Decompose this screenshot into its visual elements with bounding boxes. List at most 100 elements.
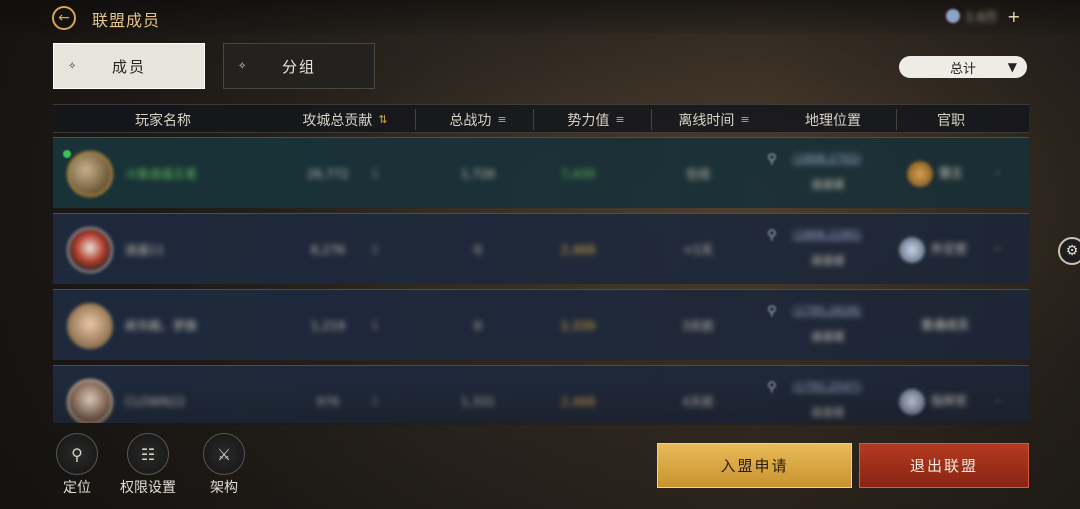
map-pin-icon[interactable]: ⚲ [56,433,98,475]
avatar[interactable] [67,227,113,273]
header-power[interactable]: 势力值 ≡ [541,105,651,134]
tab-members[interactable]: ✧ 成员 [53,43,205,89]
chevron-down-icon[interactable]: ⌄ [993,240,1002,253]
gear-icon[interactable]: ⚙ [1058,237,1080,265]
power-value: 7,430 [560,166,596,181]
permission-icon[interactable]: ☷ [127,433,169,475]
chevron-down-icon[interactable]: ⌄ [993,164,1002,177]
online-indicator [63,150,71,158]
arrow-left-icon[interactable]: ← [52,6,76,30]
permission-tool[interactable]: ☷ 权限设置 [120,433,176,497]
location-coord[interactable]: (1795,2628) [793,304,861,317]
member-title: 普通成员 [921,318,970,332]
offline-time: 4天前 [682,395,714,409]
tab-groups[interactable]: ✧ 分组 [223,43,375,89]
location-region: 逍遥城 [811,254,844,267]
offline-time: 在线 [685,167,710,181]
merit-value: 1,331 [460,394,496,409]
table-row[interactable]: CLOWN22 976 1 1,331 2,468 4天前 ⚲ (1792,25… [53,365,1029,423]
location-coord[interactable]: (1792,2547) [793,380,861,393]
page-title: 联盟成员 [92,11,161,30]
header-divider [415,109,416,130]
diamond-icon: ✧ [238,61,249,72]
rank-badge-icon [907,161,933,187]
power-value: 2,468 [560,242,596,257]
header-location: 地理位置 [805,112,861,129]
total-filter-select[interactable]: 总计 ▼ [899,56,1027,78]
header-player-name: 玩家名称 [135,112,191,129]
locate-tool[interactable]: ⚲ 定位 [56,433,98,497]
currency-value: 1.6万 [966,9,998,24]
offline-time: <1天 [683,243,713,257]
header-divider [533,109,534,130]
diamond-icon: ✧ [68,61,79,72]
player-name: 斗鱼逍遥王者 [125,167,198,181]
header-title: 官职 [937,112,965,129]
header-merit[interactable]: 总战功 ≡ [423,105,533,134]
table-row[interactable]: 逍遥11 6,276 1 0 2,468 <1天 ⚲ (1806,2285) 逍… [53,213,1029,284]
location-region: 逍遥城 [811,406,844,419]
structure-icon[interactable]: ⚔ [203,433,245,475]
tab-groups-label: 分组 [281,57,316,76]
contribution-value: 26,772 [307,166,349,181]
map-pin-icon: ⚲ [767,152,777,167]
permission-label: 权限设置 [120,480,176,496]
table-row[interactable]: 疯华殿、梦霖 1,219 1 0 2,339 3天前 ⚲ (1795,2628)… [53,289,1029,360]
sort-icon[interactable]: ≡ [740,113,749,126]
offline-time: 3天前 [682,319,714,333]
map-pin-icon: ⚲ [767,228,777,243]
contribution-mark: 1 [371,243,379,256]
header-contribution[interactable]: 攻城总贡献 ⇅ [285,105,405,134]
contribution-mark: 1 [371,167,379,180]
table-header: 玩家名称 攻城总贡献 ⇅ 总战功 ≡ 势力值 ≡ 离线时间 ≡ 地理位置 官职 [53,104,1029,133]
map-pin-icon: ⚲ [767,380,777,395]
avatar[interactable] [67,379,113,423]
merit-value: 0 [474,318,482,333]
sort-icon[interactable]: ≡ [615,113,624,126]
player-name: CLOWN22 [125,394,186,409]
sort-icon[interactable]: ≡ [497,113,506,126]
table-row[interactable]: 斗鱼逍遥王者 26,772 1 1,726 7,430 在线 ⚲ (1808,2… [53,137,1029,208]
member-title: 盟主 [939,166,964,180]
chevron-down-icon: ▼ [1007,60,1017,74]
sort-desc-icon[interactable]: ⇅ [378,113,387,126]
merit-value: 1,726 [460,166,496,181]
quit-alliance-button[interactable]: 退出联盟 [859,443,1029,488]
contribution-value: 6,276 [310,242,346,257]
header-divider [896,109,897,130]
contribution-value: 976 [316,394,340,409]
merit-value: 0 [474,242,482,257]
locate-label: 定位 [63,480,91,496]
chevron-down-icon[interactable]: ⌄ [993,392,1002,405]
contribution-mark: 1 [371,395,379,408]
total-filter-value: 总计 [949,61,976,77]
member-title: 指挥官 [931,394,968,408]
currency-display[interactable]: 1.6万 + [946,6,1026,26]
add-currency-button[interactable]: + [1007,7,1020,26]
member-list[interactable]: 斗鱼逍遥王者 26,772 1 1,726 7,430 在线 ⚲ (1808,2… [53,137,1029,423]
location-region: 逍遥城 [811,330,844,343]
player-name: 疯华殿、梦霖 [125,319,198,333]
power-value: 2,468 [560,394,596,409]
rank-badge-icon [899,237,925,263]
contribution-value: 1,219 [310,318,346,333]
gem-icon [946,9,960,23]
player-name: 逍遥11 [125,243,165,257]
structure-label: 架构 [210,480,238,496]
contribution-mark: 1 [371,319,379,332]
avatar[interactable] [67,303,113,349]
header-offline[interactable]: 离线时间 ≡ [659,105,769,134]
top-bar: ← 联盟成员 1.6万 + [0,0,1080,34]
join-requests-button[interactable]: 入盟申请 [657,443,852,488]
rank-badge-icon [899,389,925,415]
location-coord[interactable]: (1806,2285) [793,228,861,241]
location-region: 逍遥城 [811,178,844,191]
header-divider [651,109,652,130]
avatar[interactable] [67,151,113,197]
location-coord[interactable]: (1808,2702) [793,152,861,165]
member-title: 外交官 [931,242,968,256]
tab-members-label: 成员 [111,57,146,76]
structure-tool[interactable]: ⚔ 架构 [203,433,245,497]
map-pin-icon: ⚲ [767,304,777,319]
power-value: 2,339 [560,318,596,333]
